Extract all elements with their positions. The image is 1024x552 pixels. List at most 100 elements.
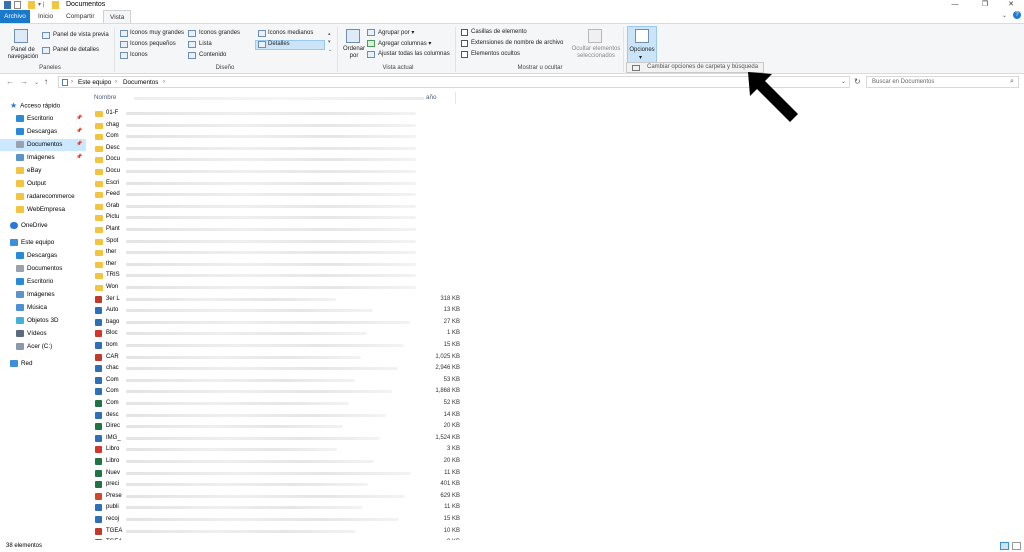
nav-quick-access[interactable]: ★ Acceso rápido	[10, 100, 60, 112]
hidden-items-checkbox[interactable]	[461, 51, 468, 58]
nav-this-pc[interactable]: Este equipo	[10, 237, 54, 249]
nav-onedrive[interactable]: OneDrive	[10, 220, 48, 232]
nav-quick-radarecommerce[interactable]: radarecommerce	[16, 191, 75, 203]
layout-icons[interactable]: Iconos	[130, 52, 148, 58]
navigation-pane-button[interactable]: Panel de navegación	[6, 47, 40, 61]
folder-row[interactable]: chag	[92, 120, 452, 131]
nav-quick-output[interactable]: Output	[16, 178, 46, 190]
column-header-size[interactable]: año	[426, 94, 437, 101]
close-button[interactable]: ✕	[1000, 0, 1022, 10]
item-checkboxes-checkbox[interactable]	[461, 29, 468, 36]
layout-details[interactable]: Detalles	[268, 41, 290, 47]
group-by-button[interactable]: Agrupar por ▾	[378, 29, 414, 36]
file-row[interactable]: Com 52 KB	[92, 398, 460, 409]
file-row[interactable]: TGEA 10 KB	[92, 526, 460, 537]
forward-icon[interactable]: →	[20, 77, 28, 86]
options-dropdown-icon[interactable]: ▾	[639, 54, 642, 61]
nav-pc-videos[interactable]: Vídeos	[16, 328, 47, 340]
breadcrumb-documents[interactable]: Documentos	[123, 79, 158, 86]
file-row[interactable]: Nuev 11 KB	[92, 468, 460, 479]
minimize-button[interactable]: —	[944, 0, 966, 10]
refresh-icon[interactable]: ↻	[854, 77, 861, 86]
large-icons-view-icon[interactable]	[1012, 542, 1021, 550]
folder-row[interactable]: Plant	[92, 224, 452, 235]
file-row[interactable]: CAR 1,025 KB	[92, 352, 460, 363]
folder-row[interactable]: Spot	[92, 236, 452, 247]
help-icon[interactable]: ?	[1013, 11, 1021, 19]
file-row[interactable]: bom 15 KB	[92, 340, 460, 351]
sort-by-button[interactable]: Ordenar por	[340, 46, 368, 60]
layout-medium-icons[interactable]: Iconos medianos	[268, 30, 313, 36]
nav-pc-downloads[interactable]: Descargas	[16, 250, 57, 262]
nav-pc-3d-objects[interactable]: Objetos 3D	[16, 315, 59, 327]
pin-icon[interactable]: 📌	[76, 141, 82, 147]
folder-row[interactable]: Feed	[92, 189, 452, 200]
file-row[interactable]: Direc 20 KB	[92, 421, 460, 432]
sort-by-icon[interactable]	[346, 29, 360, 43]
details-view-icon[interactable]	[1000, 542, 1009, 550]
file-row[interactable]: Prese 629 KB	[92, 491, 460, 502]
nav-pc-pictures[interactable]: Imágenes	[16, 289, 55, 301]
nav-quick-ebay[interactable]: eBay	[16, 165, 41, 177]
preview-pane-button[interactable]: Panel de vista previa	[53, 32, 109, 38]
file-row[interactable]: Com 53 KB	[92, 375, 460, 386]
file-row[interactable]: Bloc 1 KB	[92, 328, 460, 339]
properties-icon[interactable]	[14, 1, 21, 9]
pin-icon[interactable]: 📌	[76, 128, 82, 134]
maximize-button[interactable]: ❐	[974, 0, 996, 10]
file-row[interactable]: IMG_ 1,524 KB	[92, 433, 460, 444]
new-folder-icon[interactable]	[28, 1, 35, 9]
up-icon[interactable]: ↑	[44, 77, 48, 86]
file-row[interactable]: 3er L 318 KB	[92, 294, 460, 305]
file-row[interactable]: Libro 20 KB	[92, 456, 460, 467]
file-row[interactable]: Libro 3 KB	[92, 444, 460, 455]
file-row[interactable]: desc 14 KB	[92, 410, 460, 421]
file-row[interactable]: Auto 13 KB	[92, 305, 460, 316]
file-row[interactable]: chac 2,946 KB	[92, 363, 460, 374]
folder-row[interactable]: TRIS	[92, 270, 452, 281]
folder-row[interactable]: Docu	[92, 166, 452, 177]
file-row[interactable]: bago 27 KB	[92, 317, 460, 328]
folder-row[interactable]: 01-F	[92, 108, 452, 119]
nav-quick-downloads[interactable]: Descargas	[16, 126, 57, 138]
collapse-ribbon-icon[interactable]: ⌄	[1002, 12, 1007, 19]
recent-locations-icon[interactable]: ⌄	[34, 79, 39, 86]
address-dropdown-icon[interactable]: ⌄	[841, 78, 846, 85]
breadcrumb-pc[interactable]: Este equipo	[78, 79, 111, 86]
file-row[interactable]: preci 401 KB	[92, 479, 460, 490]
pin-icon[interactable]: 📌	[76, 115, 82, 121]
address-input[interactable]: › Este equipo › Documentos › ⌄	[58, 76, 850, 88]
layout-scroll-icon[interactable]: ▴ ▾ ⌄	[328, 30, 332, 54]
tab-home[interactable]: Inicio	[32, 10, 59, 23]
nav-network[interactable]: Red	[10, 358, 33, 370]
folder-row[interactable]: Escri	[92, 178, 452, 189]
tab-share[interactable]: Compartir	[60, 10, 101, 23]
quick-access-toolbar-dropdown[interactable]: ▾ |	[38, 1, 44, 8]
nav-quick-desktop[interactable]: Escritorio	[16, 113, 53, 125]
file-row[interactable]: publi 11 KB	[92, 502, 460, 513]
file-row[interactable]: Com 1,868 KB	[92, 386, 460, 397]
details-pane-button[interactable]: Panel de detalles	[53, 47, 99, 53]
add-columns-button[interactable]: Agregar columnas ▾	[378, 40, 431, 47]
layout-list[interactable]: Lista	[199, 41, 212, 47]
nav-pc-documents[interactable]: Documentos	[16, 263, 62, 275]
nav-quick-webempresa[interactable]: WebEmpresa	[16, 204, 65, 216]
folder-row[interactable]: Won	[92, 282, 452, 293]
fit-columns-button[interactable]: Ajustar todas las columnas	[378, 51, 450, 57]
nav-quick-pictures[interactable]: Imágenes	[16, 152, 55, 164]
tab-file[interactable]: Archivo	[0, 10, 30, 23]
hide-selected-button[interactable]: Ocultar elementos seleccionados	[568, 46, 624, 60]
column-header-name[interactable]: Nombre	[94, 94, 116, 101]
file-row[interactable]: recoj 15 KB	[92, 514, 460, 525]
nav-pc-desktop[interactable]: Escritorio	[16, 276, 53, 288]
navigation-pane-icon[interactable]	[14, 29, 28, 43]
folder-row[interactable]: Docu	[92, 154, 452, 165]
file-extensions-checkbox[interactable]	[461, 40, 468, 47]
nav-pc-music[interactable]: Música	[16, 302, 47, 314]
tab-view[interactable]: Vista	[103, 10, 132, 23]
folder-row[interactable]: Pictu	[92, 212, 452, 223]
layout-large-icons[interactable]: Iconos grandes	[199, 30, 240, 36]
nav-quick-documents[interactable]: Documentos	[16, 139, 62, 151]
folder-row[interactable]: Com	[92, 131, 452, 142]
folder-row[interactable]: ther	[92, 259, 452, 270]
